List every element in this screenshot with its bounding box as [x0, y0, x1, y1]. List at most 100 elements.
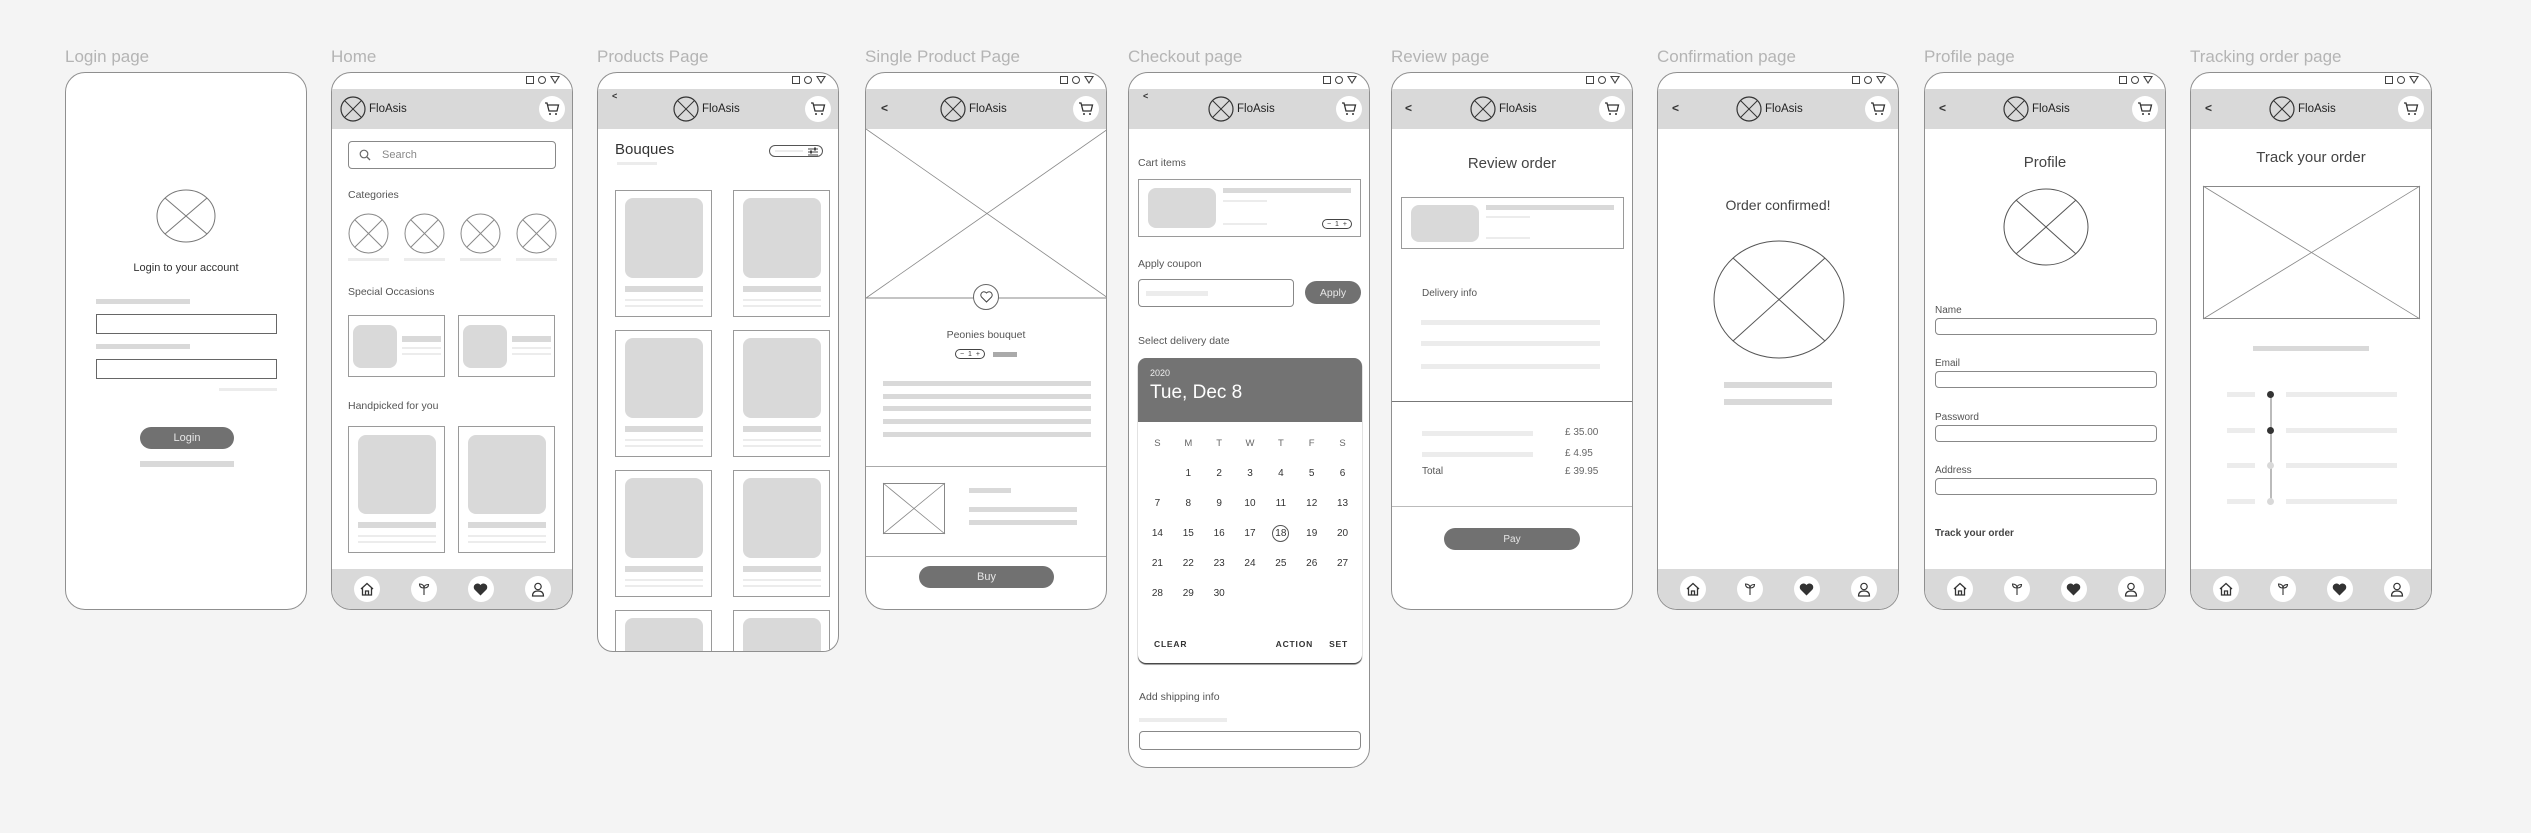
- nav-heart-button[interactable]: [2060, 576, 2087, 602]
- nav-plant-button[interactable]: [2003, 576, 2030, 602]
- coupon-input[interactable]: [1138, 279, 1294, 307]
- calendar-day[interactable]: 17: [1235, 518, 1266, 548]
- calendar-day[interactable]: 6: [1327, 458, 1358, 488]
- product-card[interactable]: [615, 470, 712, 597]
- increment-button[interactable]: +: [976, 351, 980, 358]
- buy-button[interactable]: Buy: [919, 566, 1054, 588]
- category-item[interactable]: [348, 213, 389, 261]
- product-card[interactable]: [733, 610, 830, 651]
- calendar-day[interactable]: 14: [1142, 518, 1173, 548]
- cart-item-card[interactable]: −1 +: [1138, 179, 1361, 237]
- calendar-day[interactable]: 21: [1142, 548, 1173, 578]
- nav-home-button[interactable]: [353, 576, 380, 602]
- back-chevron-icon[interactable]: <: [1143, 91, 1148, 101]
- app-logo[interactable]: FloAsis: [1470, 96, 1537, 122]
- track-order-link[interactable]: Track your order: [1935, 528, 2014, 539]
- cart-button[interactable]: [1865, 96, 1891, 122]
- calendar-day[interactable]: 22: [1173, 548, 1204, 578]
- cart-button[interactable]: [539, 96, 565, 122]
- cart-button[interactable]: [805, 96, 831, 122]
- cart-button[interactable]: [1336, 96, 1362, 122]
- favorite-button[interactable]: [973, 284, 999, 310]
- nav-home-button[interactable]: [1679, 576, 1706, 602]
- nav-heart-button[interactable]: [1793, 576, 1820, 602]
- nav-plant-button[interactable]: [1736, 576, 1763, 602]
- profile-email-input[interactable]: [1935, 371, 2157, 388]
- occasion-card[interactable]: [348, 315, 445, 377]
- calendar-day[interactable]: 24: [1235, 548, 1266, 578]
- filter-button[interactable]: [769, 145, 823, 157]
- calendar-day[interactable]: 9: [1204, 488, 1235, 518]
- nav-user-button[interactable]: [1850, 576, 1877, 602]
- app-logo[interactable]: FloAsis: [673, 96, 740, 122]
- profile-password-input[interactable]: [1935, 425, 2157, 442]
- product-card[interactable]: [615, 190, 712, 317]
- calendar-day[interactable]: 8: [1173, 488, 1204, 518]
- product-card[interactable]: [733, 470, 830, 597]
- back-chevron-icon[interactable]: <: [612, 91, 617, 101]
- occasion-card[interactable]: [458, 315, 555, 377]
- quantity-stepper[interactable]: −1 +: [1322, 219, 1352, 229]
- pay-button[interactable]: Pay: [1444, 528, 1580, 550]
- product-card[interactable]: [348, 426, 445, 553]
- shipping-input[interactable]: [1139, 731, 1361, 750]
- calendar-day[interactable]: 10: [1235, 488, 1266, 518]
- calendar-day[interactable]: 16: [1204, 518, 1235, 548]
- calendar-day[interactable]: 20: [1327, 518, 1358, 548]
- calendar-day[interactable]: 1: [1173, 458, 1204, 488]
- nav-heart-button[interactable]: [2326, 576, 2353, 602]
- username-input[interactable]: [96, 314, 277, 334]
- signup-link-placeholder[interactable]: [140, 461, 234, 467]
- back-chevron-icon[interactable]: <: [881, 101, 888, 115]
- app-logo[interactable]: FloAsis: [940, 96, 1007, 122]
- product-card[interactable]: [615, 330, 712, 457]
- cart-button[interactable]: [2132, 96, 2158, 122]
- search-input[interactable]: Search: [348, 141, 556, 169]
- login-button[interactable]: Login: [140, 427, 234, 449]
- password-input[interactable]: [96, 359, 277, 379]
- calendar-day[interactable]: 2: [1204, 458, 1235, 488]
- product-card[interactable]: [615, 610, 712, 651]
- calendar-day[interactable]: 23: [1204, 548, 1235, 578]
- calendar-day[interactable]: 5: [1296, 458, 1327, 488]
- calendar-day[interactable]: 30: [1204, 578, 1235, 608]
- back-chevron-icon[interactable]: <: [1405, 101, 1412, 115]
- calendar-day[interactable]: 27: [1327, 548, 1358, 578]
- nav-user-button[interactable]: [2117, 576, 2144, 602]
- product-card[interactable]: [458, 426, 555, 553]
- decrement-button[interactable]: −: [960, 351, 964, 358]
- calendar-day[interactable]: 3: [1235, 458, 1266, 488]
- category-item[interactable]: [460, 213, 501, 261]
- calendar-day[interactable]: 15: [1173, 518, 1204, 548]
- increment-button[interactable]: +: [1343, 221, 1347, 228]
- app-logo[interactable]: FloAsis: [1208, 96, 1275, 122]
- forgot-password-link[interactable]: [219, 388, 277, 391]
- app-logo[interactable]: FloAsis: [2003, 96, 2070, 122]
- product-card[interactable]: [733, 190, 830, 317]
- nav-plant-button[interactable]: [410, 576, 437, 602]
- quantity-stepper[interactable]: −1 +: [955, 349, 985, 359]
- nav-user-button[interactable]: [2383, 576, 2410, 602]
- nav-home-button[interactable]: [1946, 576, 1973, 602]
- profile-name-input[interactable]: [1935, 318, 2157, 335]
- cart-button[interactable]: [1599, 96, 1625, 122]
- apply-coupon-button[interactable]: Apply: [1305, 281, 1361, 304]
- back-chevron-icon[interactable]: <: [1939, 101, 1946, 115]
- calendar-day[interactable]: 26: [1296, 548, 1327, 578]
- app-logo[interactable]: FloAsis: [1736, 96, 1803, 122]
- category-item[interactable]: [404, 213, 445, 261]
- calendar-day[interactable]: 29: [1173, 578, 1204, 608]
- calendar-set-button[interactable]: SET: [1329, 639, 1348, 649]
- back-chevron-icon[interactable]: <: [2205, 101, 2212, 115]
- date-picker-year[interactable]: 2020: [1150, 368, 1350, 378]
- product-card[interactable]: [733, 330, 830, 457]
- calendar-day[interactable]: 12: [1296, 488, 1327, 518]
- nav-plant-button[interactable]: [2269, 576, 2296, 602]
- calendar-day[interactable]: 11: [1265, 488, 1296, 518]
- nav-home-button[interactable]: [2212, 576, 2239, 602]
- cart-button[interactable]: [2398, 96, 2424, 122]
- avatar-placeholder[interactable]: [2003, 188, 2089, 266]
- nav-user-button[interactable]: [524, 576, 551, 602]
- decrement-button[interactable]: −: [1327, 221, 1331, 228]
- app-logo[interactable]: FloAsis: [340, 96, 407, 122]
